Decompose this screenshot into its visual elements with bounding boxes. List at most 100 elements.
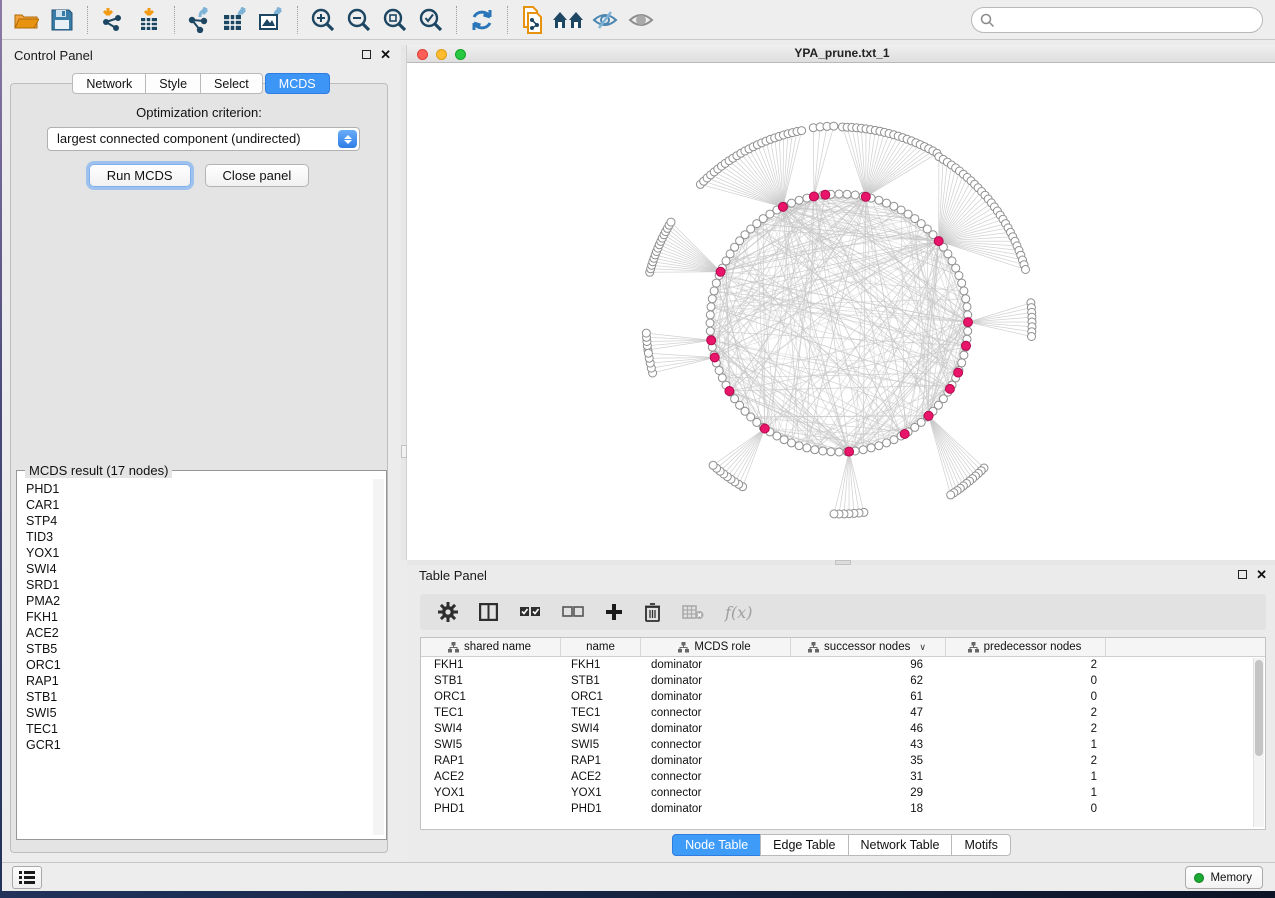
minimize-window-icon[interactable] [436,49,447,60]
network-canvas[interactable] [407,63,1275,560]
tab-node-table[interactable]: Node Table [672,834,761,856]
result-node: GCR1 [26,737,370,753]
network-title: YPA_prune.txt_1 [407,45,1275,62]
table-row[interactable]: STB1STB1dominator620 [421,673,1265,689]
task-history-button[interactable] [12,866,42,889]
table-toolbar: f(x) [420,594,1266,630]
duplicate-network-button[interactable] [515,4,551,36]
toolbar-separator [507,6,508,34]
zoom-in-button[interactable] [305,4,341,36]
result-node: FKH1 [26,609,370,625]
result-node: SWI5 [26,705,370,721]
mcds-result-list[interactable]: PHD1 CAR1 STP4 TID3 YOX1 SWI4 SRD1 PMA2 … [26,481,370,835]
fit-selected-button[interactable] [413,4,449,36]
table-cell: FKH1 [421,657,561,673]
tab-select[interactable]: Select [200,73,263,94]
tree-icon [448,642,459,653]
import-table-button[interactable] [131,4,167,36]
float-panel-icon[interactable] [362,50,371,59]
float-panel-icon[interactable] [1238,570,1247,579]
table-row[interactable]: YOX1YOX1connector291 [421,785,1265,801]
import-network-button[interactable] [95,4,131,36]
show-columns-button[interactable] [479,603,498,621]
close-window-icon[interactable] [417,49,428,60]
table-cell: 2 [946,721,1106,737]
tab-network-table[interactable]: Network Table [848,834,953,856]
close-panel-icon[interactable]: ✕ [1256,569,1267,580]
mcds-result-box: MCDS result (17 nodes) PHD1 CAR1 STP4 TI… [16,470,387,840]
tab-style[interactable]: Style [145,73,201,94]
scrollbar-thumb[interactable] [1255,660,1263,756]
table-row[interactable]: RAP1RAP1dominator352 [421,753,1265,769]
table-cell: 43 [791,737,946,753]
node-table: shared name name MCDS role successor nod… [420,637,1266,830]
toolbar-separator [87,6,88,34]
table-row[interactable]: SWI4SWI4dominator462 [421,721,1265,737]
delete-column-button[interactable] [644,602,661,622]
result-node: YOX1 [26,545,370,561]
column-header-predecessor-nodes[interactable]: predecessor nodes [946,638,1106,656]
select-all-button[interactable] [519,605,541,619]
eye-icon [627,8,655,32]
table-cell: connector [641,705,791,721]
table-cell: dominator [641,753,791,769]
column-header-mcds-role[interactable]: MCDS role [641,638,791,656]
deselect-all-button[interactable] [562,605,584,619]
table-row[interactable]: FKH1FKH1dominator962 [421,657,1265,673]
save-session-button[interactable] [44,4,80,36]
table-cell: STB1 [561,673,641,689]
table-row[interactable]: PHD1PHD1dominator180 [421,801,1265,817]
export-network-button[interactable] [182,4,218,36]
network-window: YPA_prune.txt_1 [407,45,1275,560]
toolbar-separator [456,6,457,34]
network-titlebar[interactable]: YPA_prune.txt_1 [407,45,1275,63]
search-input[interactable] [995,10,1262,30]
maximize-window-icon[interactable] [455,49,466,60]
column-header-shared-name[interactable]: shared name [421,638,561,656]
run-mcds-button[interactable]: Run MCDS [89,164,191,187]
close-panel-button[interactable]: Close panel [205,164,310,187]
column-header-name[interactable]: name [561,638,641,656]
duplicate-network-icon [520,6,546,34]
table-mode-gear-button[interactable] [438,602,458,622]
table-row[interactable]: TEC1TEC1connector472 [421,705,1265,721]
tab-mcds[interactable]: MCDS [265,73,330,94]
table-cell: PHD1 [561,801,641,817]
tab-network[interactable]: Network [72,73,146,94]
table-body: FKH1FKH1dominator962STB1STB1dominator620… [421,657,1265,817]
tab-motifs[interactable]: Motifs [951,834,1010,856]
list-icon [19,871,35,884]
export-table-button[interactable] [218,4,254,36]
hide-selected-button[interactable] [587,4,623,36]
fit-content-button[interactable] [377,4,413,36]
show-hidden-button[interactable] [623,4,659,36]
zoom-out-button[interactable] [341,4,377,36]
table-cell: ACE2 [421,769,561,785]
table-cell: 61 [791,689,946,705]
table-cell: RAP1 [561,753,641,769]
function-builder-button[interactable]: f(x) [725,603,752,622]
export-table-icon [221,7,251,33]
table-scrollbar[interactable] [1253,658,1264,827]
export-image-button[interactable] [254,4,290,36]
optimization-criterion-label: Optimization criterion: [11,105,387,120]
table-row[interactable]: ORC1ORC1dominator610 [421,689,1265,705]
tab-edge-table[interactable]: Edge Table [760,834,848,856]
delete-table-button[interactable] [682,604,704,620]
open-session-button[interactable] [8,4,44,36]
table-cell: ORC1 [561,689,641,705]
memory-button[interactable]: Memory [1185,866,1263,889]
table-row[interactable]: SWI5SWI5connector431 [421,737,1265,753]
result-scrollbar[interactable] [373,479,384,835]
add-column-button[interactable] [605,603,623,621]
table-row[interactable]: ACE2ACE2connector311 [421,769,1265,785]
close-panel-icon[interactable]: ✕ [380,49,391,60]
apply-layout-button[interactable] [464,4,500,36]
houses-button[interactable] [551,4,587,36]
optimization-criterion-select[interactable]: largest connected component (undirected) [47,127,360,151]
eye-slash-icon [591,8,619,32]
table-cell: 1 [946,769,1106,785]
search-field[interactable] [971,7,1263,33]
toolbar-separator [297,6,298,34]
column-header-successor-nodes[interactable]: successor nodes ∨ [791,638,946,656]
